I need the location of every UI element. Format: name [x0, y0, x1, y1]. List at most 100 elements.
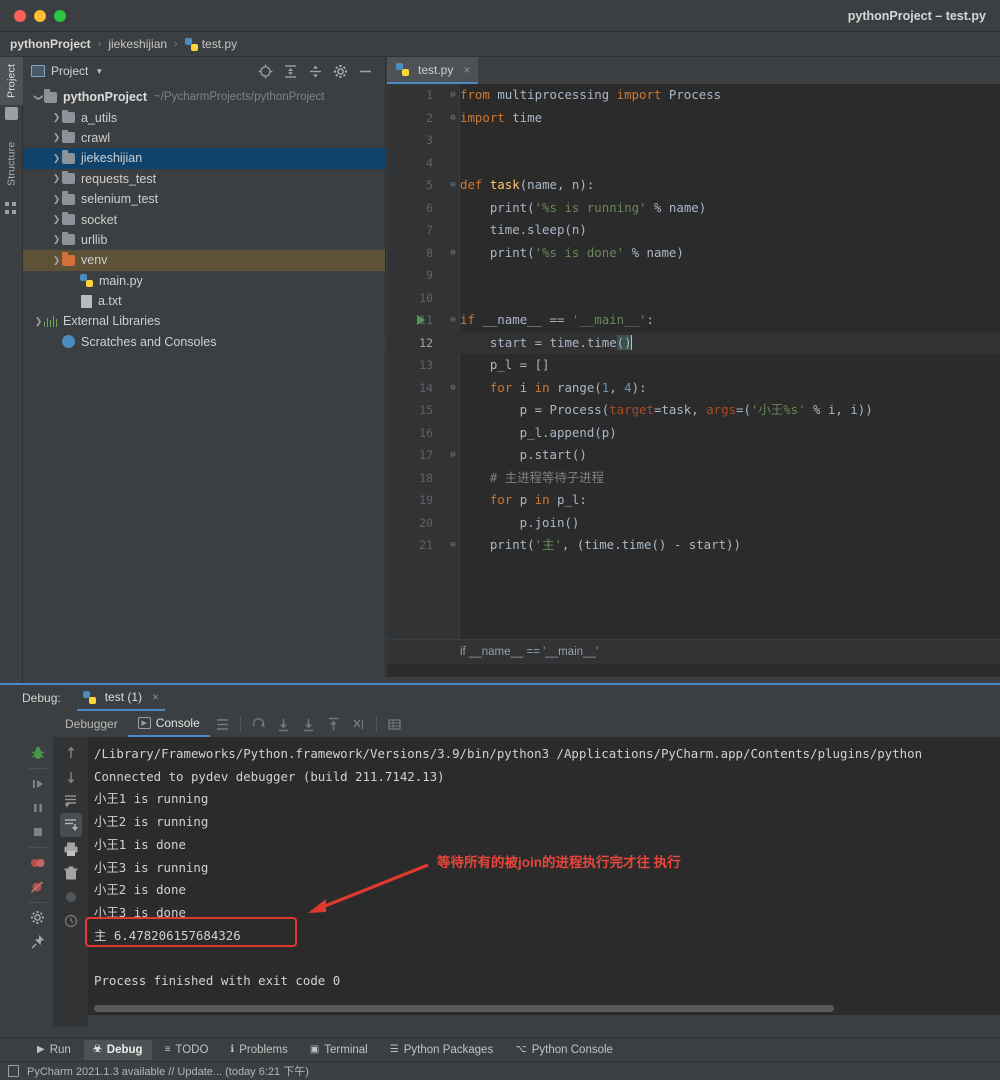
code-fold-icon[interactable]: ⊖ — [448, 248, 458, 258]
code-fold-icon[interactable]: ⊖ — [448, 113, 458, 123]
code-fold-icon[interactable]: ⊖ — [448, 383, 458, 393]
scroll-end-icon[interactable] — [300, 716, 317, 733]
record-icon[interactable] — [60, 885, 82, 909]
debug-session-tab[interactable]: test (1) × — [76, 685, 166, 711]
code-line[interactable]: 10 — [387, 287, 1000, 310]
code-line[interactable]: 12 start = time.time() — [387, 331, 1000, 354]
tool-button-structure[interactable]: Structure — [0, 129, 23, 199]
code-line[interactable]: 2 ⊖ import time — [387, 107, 1000, 130]
code-line[interactable]: 4 — [387, 152, 1000, 175]
chevron-down-icon[interactable]: ▼ — [95, 67, 103, 76]
tree-item-main-py[interactable]: main.py — [23, 271, 385, 291]
bottom-tab-python-packages[interactable]: ☰ Python Packages — [381, 1040, 502, 1060]
code-line[interactable]: 6 print('%s is running' % name) — [387, 197, 1000, 220]
tree-item-a-utils[interactable]: ❯ a_utils — [23, 107, 385, 127]
step-over-icon[interactable] — [60, 789, 82, 813]
code-line[interactable]: 11 ⊖ if __name__ == '__main__': — [387, 309, 1000, 332]
chevron-right-icon[interactable]: ❯ — [51, 194, 62, 205]
code-line[interactable]: 3 — [387, 129, 1000, 152]
view-breakpoints-icon[interactable] — [27, 851, 49, 875]
chevron-down-icon[interactable]: ❯ — [33, 92, 44, 103]
editor-tab-test-py[interactable]: test.py × — [387, 57, 479, 84]
chevron-right-icon[interactable]: ❯ — [51, 153, 62, 164]
code-fold-icon[interactable]: ⊖ — [448, 540, 458, 550]
code-line[interactable]: 8 ⊖ print('%s is done' % name) — [387, 242, 1000, 265]
code-fold-icon[interactable]: ⊖ — [448, 315, 458, 325]
tree-item-venv[interactable]: ❯ venv — [23, 250, 385, 271]
chevron-right-icon[interactable]: ❯ — [33, 316, 44, 327]
console-horizontal-scrollbar[interactable] — [88, 1005, 1000, 1014]
chevron-right-icon[interactable]: ❯ — [51, 132, 62, 143]
debug-console-output[interactable]: /Library/Frameworks/Python.framework/Ver… — [88, 737, 1000, 1015]
bottom-tab-terminal[interactable]: ▣ Terminal — [301, 1040, 377, 1060]
code-line[interactable]: 19 for p in p_l: — [387, 489, 1000, 512]
gear-icon[interactable] — [333, 64, 348, 79]
run-gutter-icon[interactable] — [417, 315, 425, 325]
code-line[interactable]: 18 # 主进程等待子进程 — [387, 467, 1000, 490]
tree-item-jiekeshijian[interactable]: ❯ jiekeshijian — [23, 148, 385, 169]
resume-program-icon[interactable] — [27, 772, 49, 796]
bug-icon[interactable] — [27, 741, 49, 765]
tree-item-pythonproject[interactable]: ❯ pythonProject ~/PycharmProjects/pythonPr… — [23, 87, 385, 107]
tree-item-a-txt[interactable]: a.txt — [23, 291, 385, 311]
code-fold-icon[interactable]: ⊖ — [448, 450, 458, 460]
code-line[interactable]: 21 ⊖ print('主', (time.time() - start)) — [387, 534, 1000, 557]
tree-item-crawl[interactable]: ❯ crawl — [23, 128, 385, 148]
bottom-tab-todo[interactable]: ≡ TODO — [156, 1040, 218, 1060]
bottom-tab-debug[interactable]: ☣ Debug — [83, 1039, 152, 1060]
breadcrumb-item-project[interactable]: pythonProject — [10, 37, 91, 51]
scroll-down-icon[interactable] — [275, 716, 292, 733]
gear-icon[interactable] — [27, 906, 49, 930]
chevron-right-icon[interactable]: ❯ — [51, 214, 62, 225]
project-tree[interactable]: ❯ pythonProject ~/PycharmProjects/pythonPr… — [23, 85, 385, 352]
tree-item-requests-test[interactable]: ❯ requests_test — [23, 169, 385, 189]
status-bar-text[interactable]: PyCharm 2021.1.3 available // Update... … — [27, 1063, 309, 1079]
history-icon[interactable] — [60, 909, 82, 933]
tool-button-project[interactable]: Project — [0, 57, 23, 105]
bottom-tab-problems[interactable]: ℹ Problems — [221, 1040, 296, 1060]
code-editor[interactable]: 1 ⊖ from multiprocessing import Process 2 ⊖ i… — [387, 84, 1000, 664]
tree-item-urllib[interactable]: ❯ urllib — [23, 230, 385, 250]
close-icon[interactable]: × — [463, 63, 470, 77]
hide-panel-icon[interactable] — [358, 64, 373, 79]
code-line[interactable]: 13 p_l = [] — [387, 354, 1000, 377]
chevron-right-icon[interactable]: ❯ — [51, 234, 62, 245]
close-window-button[interactable] — [14, 9, 26, 22]
trash-icon[interactable] — [60, 861, 82, 885]
tree-item-external-libraries[interactable]: ❯ External Libraries — [23, 311, 385, 331]
code-line[interactable]: 20 p.join() — [387, 512, 1000, 535]
bottom-tab-run[interactable]: ▶ Run — [28, 1040, 80, 1060]
maximize-window-button[interactable] — [54, 9, 66, 22]
chevron-right-icon[interactable]: ❯ — [51, 173, 62, 184]
tree-item-selenium-test[interactable]: ❯ selenium_test — [23, 189, 385, 209]
code-line[interactable]: 5 ⊖ def task(name, n): — [387, 174, 1000, 197]
window-controls[interactable] — [0, 9, 66, 22]
step-into-icon[interactable] — [59, 813, 82, 837]
breadcrumb-item-folder[interactable]: jiekeshijian — [108, 37, 167, 51]
locate-icon[interactable] — [258, 64, 273, 79]
print-icon[interactable] — [60, 837, 82, 861]
code-line[interactable]: 17 ⊖ p.start() — [387, 444, 1000, 467]
code-line[interactable]: 15 p = Process(target=task, args=('小王%s'… — [387, 399, 1000, 422]
tab-debugger[interactable]: Debugger — [55, 711, 128, 737]
minimize-window-button[interactable] — [34, 9, 46, 22]
chevron-right-icon[interactable]: ❯ — [51, 112, 62, 123]
rerun-icon[interactable] — [250, 716, 267, 733]
pause-program-icon[interactable] — [27, 796, 49, 820]
code-line[interactable]: 16 p_l.append(p) — [387, 422, 1000, 445]
code-line[interactable]: 7 time.sleep(n) — [387, 219, 1000, 242]
expand-all-icon[interactable] — [283, 64, 298, 79]
code-line[interactable]: 1 ⊖ from multiprocessing import Process — [387, 84, 1000, 107]
code-line[interactable]: 9 — [387, 264, 1000, 287]
step-up-icon[interactable] — [60, 741, 82, 765]
code-fold-icon[interactable]: ⊖ — [448, 180, 458, 190]
stop-program-icon[interactable] — [27, 820, 49, 844]
tab-console[interactable]: ▶ Console — [127, 711, 210, 737]
kill-process-icon[interactable] — [350, 716, 367, 733]
scroll-up-icon[interactable] — [325, 716, 342, 733]
soft-wrap-icon[interactable] — [214, 716, 231, 733]
chevron-right-icon[interactable]: ❯ — [51, 255, 62, 266]
table-view-icon[interactable] — [386, 716, 403, 733]
mute-breakpoints-icon[interactable] — [27, 875, 49, 899]
step-down-icon[interactable] — [60, 765, 82, 789]
